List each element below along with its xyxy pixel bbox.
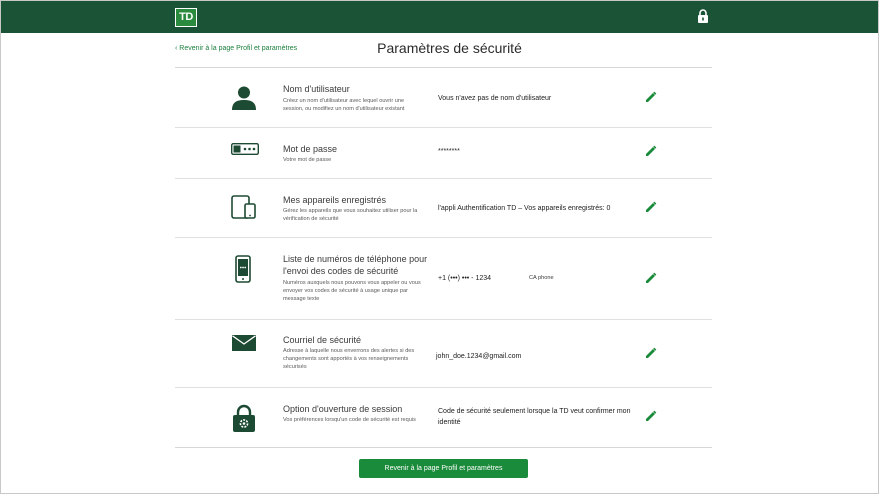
password-icon (231, 143, 259, 155)
pencil-icon[interactable] (645, 410, 657, 422)
row-title: Option d'ouverture de session (283, 404, 403, 414)
row-value: ******** (438, 148, 460, 155)
phone-icon (235, 255, 251, 283)
settings-row-email: Courriel de sécurité Adresse à laquelle … (175, 320, 712, 388)
row-description: Votre mot de passe (283, 157, 332, 163)
pencil-icon[interactable] (645, 272, 657, 284)
settings-row-password: Mot de passe Votre mot de passe ******** (175, 128, 712, 179)
settings-row-username: Nom d'utilisateur Créez un nom d'utilisa… (175, 68, 712, 128)
row-title: Mot de passe (283, 144, 338, 154)
row-description: Adresse à laquelle nous enverrons des al… (283, 348, 415, 370)
row-value: Vous n'avez pas de nom d'utilisateur (438, 95, 552, 102)
row-title: Mes appareils enregistrés (283, 195, 387, 205)
user-icon (232, 86, 256, 110)
row-title: Courriel de sécurité (283, 335, 362, 345)
devices-icon (231, 195, 256, 219)
td-logo[interactable]: TD (175, 8, 197, 27)
lock-gear-icon (233, 404, 255, 432)
row-value: Code de sécurité seulement lorsque la TD… (438, 408, 631, 426)
back-to-profile-button[interactable]: Revenir à la page Profil et paramètres (359, 459, 528, 478)
pencil-icon[interactable] (645, 145, 657, 157)
row-value: +1 (•••) ••• - 1234 (438, 275, 492, 282)
settings-row-signin-option: Option d'ouverture de session Vos préfér… (175, 388, 712, 446)
settings-row-devices: Mes appareils enregistrés Gérez les appa… (175, 179, 712, 238)
page-title: Paramètres de sécurité (377, 40, 522, 56)
row-title: Nom d'utilisateur (283, 84, 350, 94)
row-description: Vos préférences lorsqu'un code de sécuri… (283, 417, 416, 423)
pencil-icon[interactable] (645, 91, 657, 103)
row-title: Liste de numéros de téléphone pour l'env… (283, 254, 428, 276)
pencil-icon[interactable] (645, 201, 657, 213)
bottom-divider (175, 447, 712, 448)
top-bar: TD (1, 1, 878, 33)
settings-row-phone: Liste de numéros de téléphone pour l'env… (175, 238, 712, 320)
row-value: john_doe.1234@gmail.com (436, 353, 522, 360)
row-value: l'appli Authentification TD – Vos appare… (438, 205, 611, 212)
pencil-icon[interactable] (645, 347, 657, 359)
row-description: Numéros auxquels nous pouvons vous appel… (283, 280, 421, 302)
row-description: Créez un nom d'utilisateur avec lequel o… (283, 98, 405, 112)
lock-icon (698, 9, 708, 23)
phone-type-label: CA phone (529, 275, 554, 281)
row-description: Gérez les appareils que vous souhaitez u… (283, 208, 418, 222)
mail-icon (232, 335, 256, 351)
